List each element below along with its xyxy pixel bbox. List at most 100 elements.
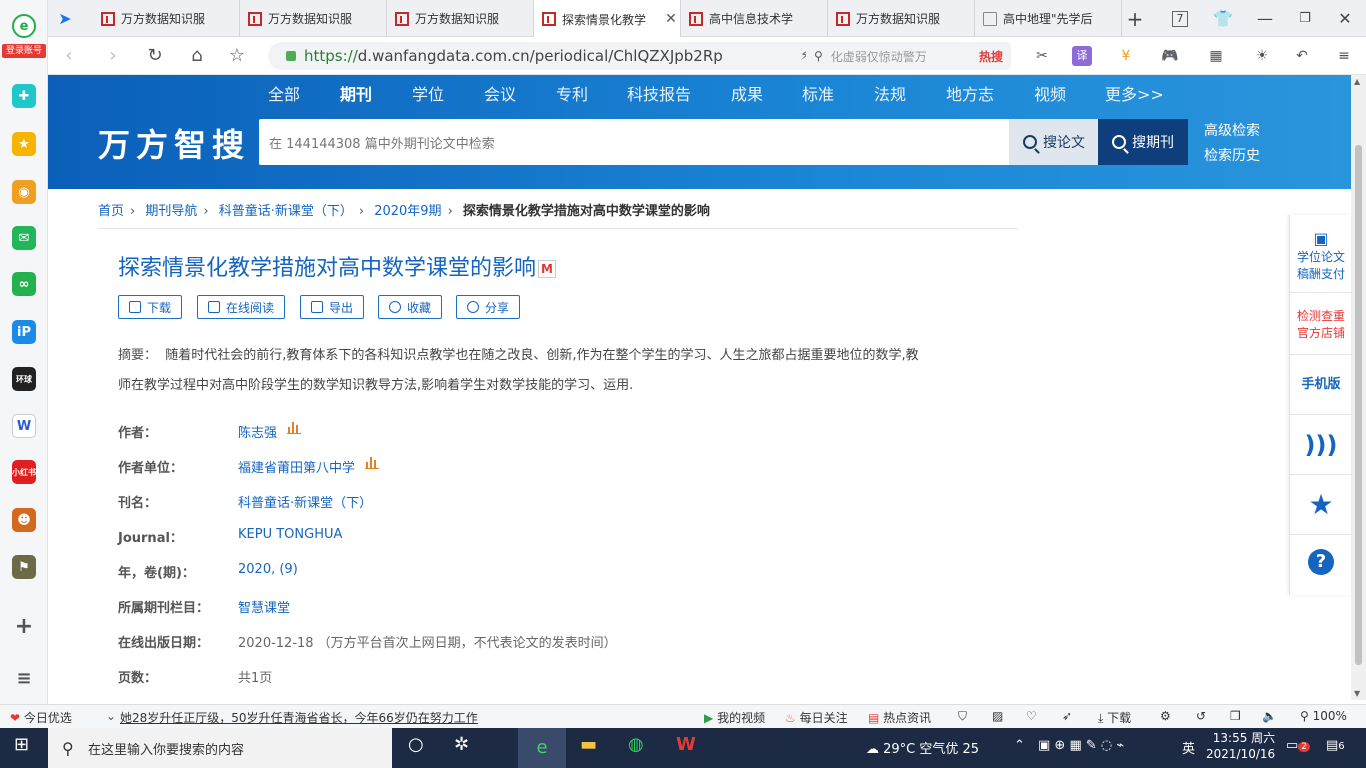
stats-chart-icon[interactable]	[287, 422, 302, 434]
hot-search-link[interactable]: 热搜	[979, 48, 1011, 65]
nav-degree[interactable]: 学位	[412, 81, 444, 105]
favorite-button[interactable]: 收藏	[378, 295, 443, 319]
refresh-icon[interactable]: ↺	[1196, 709, 1206, 723]
hot-news-link[interactable]: ▤ 热点资讯	[868, 709, 931, 726]
breadcrumb-journal-nav[interactable]: 期刊导航	[145, 204, 197, 219]
vertical-scrollbar[interactable]: ▲ ▼	[1351, 75, 1366, 700]
notification-chat-icon[interactable]: ▭ 2	[1286, 738, 1311, 762]
shirt-skin-icon[interactable]: 👕	[1212, 8, 1234, 30]
scissors-icon[interactable]: ✂	[1032, 46, 1052, 66]
undo-icon[interactable]: ↶	[1292, 46, 1312, 66]
affiliation-link[interactable]: 福建省莆田第八中学	[238, 457, 380, 476]
nav-standard[interactable]: 标准	[802, 81, 834, 105]
link-app-icon[interactable]: ∞	[12, 272, 36, 296]
image-icon[interactable]: ▨	[992, 709, 1003, 723]
forward-icon[interactable]: ›	[102, 45, 124, 67]
taskbar-search[interactable]: ⚲ 在这里输入你要搜索的内容	[48, 728, 392, 768]
wps-icon[interactable]: W	[676, 734, 696, 758]
scroll-up-icon[interactable]: ▲	[1354, 77, 1360, 86]
nav-results[interactable]: 成果	[731, 81, 763, 105]
pubg-game-icon[interactable]: ⚑	[12, 555, 36, 579]
zoom-control[interactable]: ⚲ 100%	[1300, 709, 1347, 723]
news-ticker-link[interactable]: 她28岁升任正厅级，50岁升任青海省省长，今年66岁仍在努力工作	[120, 709, 478, 726]
nav-more[interactable]: 更多>>	[1105, 81, 1164, 105]
issue-link[interactable]: 2020, (9)	[238, 562, 298, 577]
gamepad-icon[interactable]: 🎮	[1160, 46, 1180, 66]
login-label[interactable]: 登录账号	[2, 44, 46, 58]
nav-local-chronicle[interactable]: 地方志	[946, 81, 994, 105]
windows-start-icon[interactable]: ⊞	[14, 734, 29, 758]
brightness-icon[interactable]: ☀	[1252, 46, 1272, 66]
task-view-icon[interactable]: ○	[408, 734, 424, 758]
browser-taskbar-icon[interactable]: e	[518, 728, 566, 768]
journal-link[interactable]: 科普童话·新课堂（下）	[238, 492, 372, 511]
breadcrumb-issue[interactable]: 2020年9期	[374, 204, 441, 219]
tab-7[interactable]: 高中地理"先学后	[975, 0, 1122, 37]
wanfang-logo[interactable]: 万方智搜	[98, 120, 250, 166]
translate-icon[interactable]: 译	[1072, 46, 1092, 66]
paper-search-input[interactable]: 在 144144308 篇中外期刊论文中检索	[259, 119, 1009, 165]
more-menu-icon[interactable]: ≡	[1334, 46, 1354, 66]
add-app-icon[interactable]: +	[12, 614, 36, 639]
browser-logo-icon[interactable]: e	[12, 14, 36, 38]
url-field[interactable]: https://d.wanfangdata.com.cn/periodical/…	[268, 42, 838, 70]
favorite-star-icon[interactable]: ★	[1290, 475, 1352, 535]
nav-patent[interactable]: 专利	[556, 81, 588, 105]
sidebar-menu-icon[interactable]: ≡	[12, 666, 36, 690]
fan-app-icon[interactable]: ✲	[454, 734, 469, 758]
tab-5[interactable]: 高中信息技术学	[681, 0, 828, 37]
back-icon[interactable]: ‹	[58, 45, 80, 67]
clock[interactable]: 13:55 周六 2021/10/16	[1206, 730, 1275, 761]
journal-en-link[interactable]: KEPU TONGHUA	[238, 527, 342, 542]
window-icon[interactable]: ❒	[1230, 709, 1241, 723]
game-app-icon[interactable]: 环球	[12, 367, 36, 391]
nav-all[interactable]: 全部	[268, 81, 300, 105]
nav-journal[interactable]: 期刊	[340, 81, 372, 105]
share-button[interactable]: 分享	[456, 295, 521, 319]
tab-count-badge[interactable]: 7	[1172, 11, 1188, 27]
column-link[interactable]: 智慧课堂	[238, 597, 290, 616]
my-video-link[interactable]: ▶ 我的视频	[704, 709, 765, 726]
action-center-icon[interactable]: ▤6	[1326, 738, 1345, 762]
new-tab-icon[interactable]: +	[1124, 8, 1146, 30]
nav-tech-report[interactable]: 科技报告	[627, 81, 691, 105]
breadcrumb-journal[interactable]: 科普童话·新课堂（下）	[219, 204, 353, 219]
tab-4-active[interactable]: 探索情景化教学 ✕	[534, 0, 681, 38]
tab-6[interactable]: 万方数据知识服	[828, 0, 975, 37]
shield-icon[interactable]: ⛉	[958, 709, 967, 724]
search-history-link[interactable]: 检索历史	[1204, 145, 1260, 165]
read-online-button[interactable]: 在线阅读	[197, 295, 286, 319]
mendeley-badge-icon[interactable]: M	[538, 260, 557, 278]
nav-video[interactable]: 视频	[1034, 81, 1066, 105]
weibo-icon[interactable]: ◉	[12, 180, 36, 204]
stats-chart-icon[interactable]	[365, 457, 380, 469]
mobile-version-link[interactable]: 手机版	[1290, 355, 1352, 415]
search-journal-button[interactable]: 搜期刊	[1098, 119, 1188, 165]
tab-1[interactable]: 万方数据知识服	[93, 0, 240, 37]
today-picks[interactable]: ❤ 今日优选	[10, 709, 72, 726]
plagiarism-store-link[interactable]: 检测查重 官方店铺	[1290, 293, 1352, 355]
close-tab-icon[interactable]: ✕	[662, 11, 680, 27]
minimize-icon[interactable]: —	[1254, 8, 1276, 30]
tray-app-icons[interactable]: ▣ ⊕ ▦ ✎ ◌ ⌁	[1038, 738, 1124, 762]
advanced-search-link[interactable]: 高级检索	[1204, 120, 1260, 140]
search-paper-button[interactable]: 搜论文	[1009, 119, 1099, 165]
tab-2[interactable]: 万方数据知识服	[240, 0, 387, 37]
plus-app-icon[interactable]: ✚	[12, 84, 36, 108]
browser-search-box[interactable]: ⚲ 化虚弱仅惊动警万 热搜	[806, 42, 1011, 70]
bookmark-star-icon[interactable]: ☆	[226, 45, 248, 67]
reload-icon[interactable]: ↻	[144, 45, 166, 67]
file-explorer-icon[interactable]: ▬	[580, 734, 597, 758]
home-icon[interactable]: ⌂	[186, 45, 208, 67]
ip-app-icon[interactable]: iP	[12, 320, 36, 344]
help-icon[interactable]: ?	[1290, 535, 1352, 595]
rocket-icon[interactable]: ➶	[1062, 709, 1072, 723]
thesis-payment-link[interactable]: ▣ 学位论文 稿酬支付	[1290, 215, 1352, 293]
scrollbar-thumb[interactable]	[1355, 145, 1362, 665]
health-icon[interactable]: ♡	[1026, 709, 1037, 723]
navigate-icon[interactable]: ➤	[54, 8, 76, 30]
plugin-icon[interactable]: ⚙	[1160, 709, 1171, 723]
rss-icon[interactable]: )))	[1290, 415, 1352, 475]
daily-focus-link[interactable]: ♨ 每日关注	[785, 709, 848, 726]
breadcrumb-home[interactable]: 首页	[98, 204, 124, 219]
